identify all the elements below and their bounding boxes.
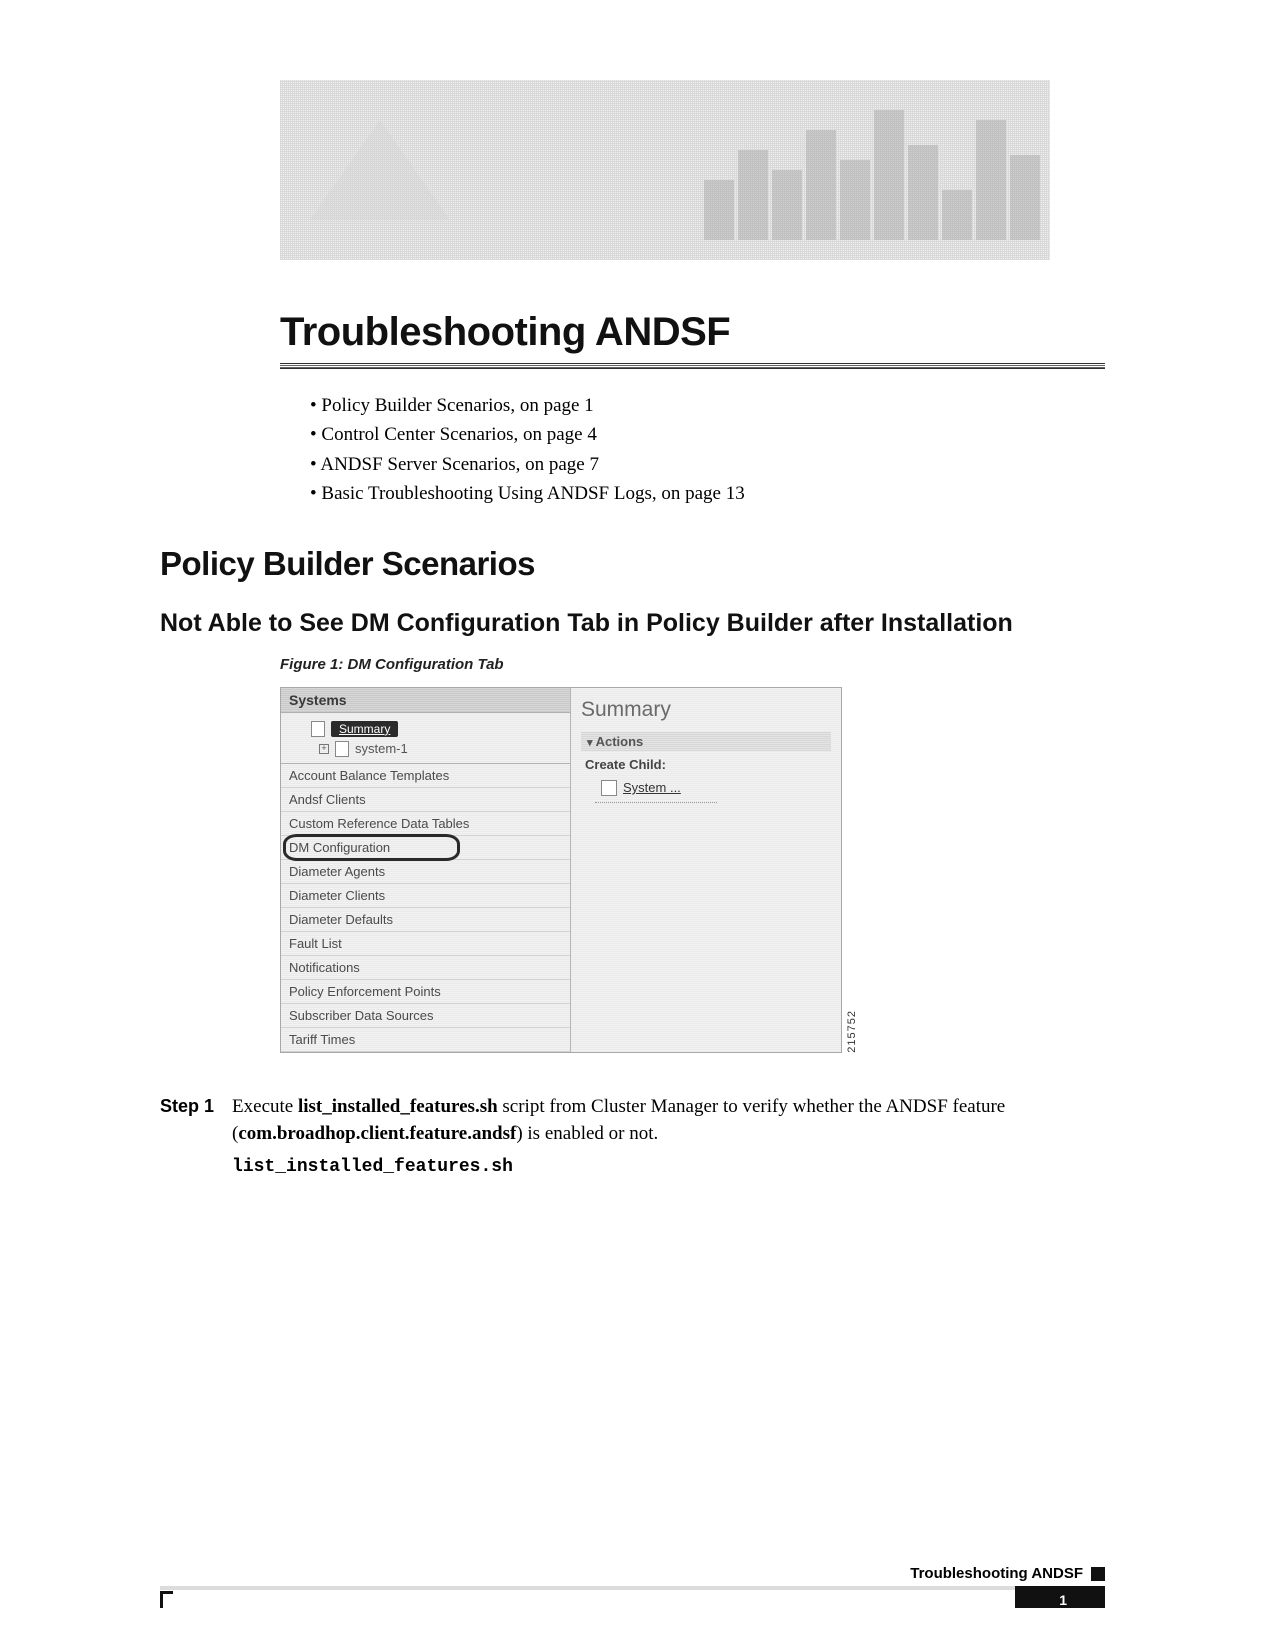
tree-item-system[interactable]: + system-1 bbox=[281, 739, 570, 759]
list-item[interactable]: Tariff Times bbox=[281, 1028, 570, 1052]
step-label: Step 1 bbox=[160, 1093, 214, 1180]
list-item[interactable]: Subscriber Data Sources bbox=[281, 1004, 570, 1028]
page-footer: Troubleshooting ANDSF 1 bbox=[160, 1565, 1105, 1590]
tree-item-label: system-1 bbox=[355, 741, 408, 756]
list-item[interactable]: Diameter Clients bbox=[281, 884, 570, 908]
subsection-heading: Not Able to See DM Configuration Tab in … bbox=[160, 609, 1105, 638]
actions-heading[interactable]: Actions bbox=[581, 732, 831, 751]
tree-item-label: Summary bbox=[331, 721, 398, 737]
chapter-toc: Policy Builder Scenarios, on page 1 Cont… bbox=[310, 391, 1105, 509]
config-section-list: Account Balance Templates Andsf Clients … bbox=[281, 764, 570, 1052]
footer-square-icon bbox=[1091, 1567, 1105, 1581]
footer-rule bbox=[160, 1586, 1105, 1590]
figure-id: 215752 bbox=[846, 1010, 858, 1053]
list-item[interactable]: Fault List bbox=[281, 932, 570, 956]
tree-item-summary[interactable]: Summary bbox=[281, 719, 570, 739]
figure-screenshot: Systems Summary + system-1 Acco bbox=[280, 687, 1105, 1053]
page-number: 1 bbox=[1059, 1592, 1067, 1608]
list-item[interactable]: Account Balance Templates bbox=[281, 764, 570, 788]
figure-caption: Figure 1: DM Configuration Tab bbox=[280, 656, 1105, 673]
toc-item[interactable]: Policy Builder Scenarios, on page 1 bbox=[310, 391, 1105, 420]
chapter-title-rule bbox=[280, 363, 1105, 369]
panel-heading-systems: Systems bbox=[281, 688, 570, 713]
systems-tree: Summary + system-1 bbox=[281, 713, 570, 764]
list-item[interactable]: Diameter Agents bbox=[281, 860, 570, 884]
create-child-system-link[interactable]: System ... bbox=[595, 778, 717, 803]
toc-item[interactable]: ANDSF Server Scenarios, on page 7 bbox=[310, 450, 1105, 479]
list-item[interactable]: Policy Enforcement Points bbox=[281, 980, 570, 1004]
expand-icon[interactable]: + bbox=[319, 744, 329, 754]
list-item[interactable]: Andsf Clients bbox=[281, 788, 570, 812]
folder-icon bbox=[335, 741, 349, 757]
document-icon bbox=[311, 721, 325, 737]
footer-corner-icon bbox=[160, 1591, 173, 1608]
list-item[interactable]: Diameter Defaults bbox=[281, 908, 570, 932]
step-1: Step 1 Execute list_installed_features.s… bbox=[160, 1093, 1105, 1180]
system-icon bbox=[601, 780, 617, 796]
command-line: list_installed_features.sh bbox=[232, 1154, 1105, 1180]
list-item[interactable]: Notifications bbox=[281, 956, 570, 980]
list-item[interactable]: Custom Reference Data Tables bbox=[281, 812, 570, 836]
link-label: System ... bbox=[623, 780, 681, 795]
toc-item[interactable]: Control Center Scenarios, on page 4 bbox=[310, 420, 1105, 449]
panel-title-summary: Summary bbox=[581, 694, 831, 732]
step-body: Execute list_installed_features.sh scrip… bbox=[232, 1093, 1105, 1180]
footer-title: Troubleshooting ANDSF bbox=[910, 1565, 1083, 1582]
toc-item[interactable]: Basic Troubleshooting Using ANDSF Logs, … bbox=[310, 479, 1105, 508]
skyline-icon bbox=[704, 110, 1040, 240]
mountain-icon bbox=[310, 120, 450, 220]
section-heading: Policy Builder Scenarios bbox=[160, 545, 1105, 583]
chapter-title: Troubleshooting ANDSF bbox=[280, 310, 1105, 355]
list-item-dm-configuration[interactable]: DM Configuration bbox=[281, 836, 570, 860]
chapter-banner-image bbox=[280, 80, 1050, 260]
create-child-label: Create Child: bbox=[581, 751, 831, 774]
